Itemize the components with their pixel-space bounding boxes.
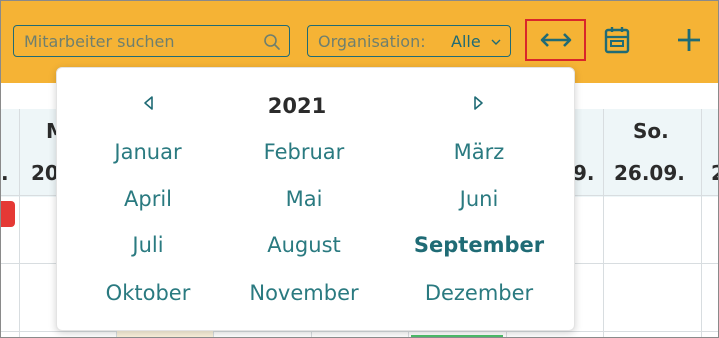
month-april[interactable]: April bbox=[78, 187, 218, 211]
month-juni[interactable]: Juni bbox=[409, 187, 549, 211]
grid-column-line bbox=[19, 109, 20, 337]
grid-row-line bbox=[1, 331, 718, 332]
month-picker-popup: 2021 Januar Februar März April Mai Juni … bbox=[56, 67, 575, 331]
expand-view-button[interactable] bbox=[525, 19, 586, 61]
organisation-label: Organisation: bbox=[318, 32, 426, 51]
month-februar[interactable]: Februar bbox=[234, 140, 374, 164]
date-header-partial-right: 2 bbox=[711, 161, 718, 185]
shift-cell-highlight bbox=[117, 331, 213, 337]
shift-marker-red[interactable] bbox=[1, 201, 15, 227]
grid-column-line bbox=[701, 109, 702, 337]
organisation-select[interactable]: Organisation: Alle bbox=[307, 25, 511, 57]
app-window: Mitarbeiter suchen Organisation: Alle . … bbox=[0, 0, 719, 338]
search-placeholder: Mitarbeiter suchen bbox=[24, 32, 175, 51]
month-mai[interactable]: Mai bbox=[234, 187, 374, 211]
previous-year-icon[interactable] bbox=[140, 94, 158, 112]
month-juli[interactable]: Juli bbox=[78, 233, 218, 257]
month-maerz[interactable]: März bbox=[409, 140, 549, 164]
date-header-sunday: 26.09. bbox=[614, 161, 685, 185]
date-header-partial-mid: 9. bbox=[573, 161, 595, 185]
month-oktober[interactable]: Oktober bbox=[78, 281, 218, 305]
plus-icon bbox=[678, 29, 700, 51]
organisation-value: Alle bbox=[451, 32, 481, 51]
chevron-down-icon bbox=[491, 39, 501, 45]
expand-horizontal-icon bbox=[540, 33, 571, 47]
month-november[interactable]: November bbox=[234, 281, 374, 305]
month-september[interactable]: September bbox=[399, 233, 559, 257]
day-header-sunday: So. bbox=[633, 119, 669, 143]
month-januar[interactable]: Januar bbox=[78, 140, 218, 164]
next-year-icon[interactable] bbox=[469, 94, 487, 112]
date-header-dot: . bbox=[1, 161, 9, 185]
calendar-button[interactable] bbox=[594, 19, 640, 61]
search-icon[interactable] bbox=[263, 33, 281, 51]
date-header-partial: 20 bbox=[31, 161, 59, 185]
calendar-icon bbox=[604, 27, 630, 54]
picker-year: 2021 bbox=[267, 94, 327, 118]
add-button[interactable] bbox=[665, 19, 713, 61]
month-dezember[interactable]: Dezember bbox=[409, 281, 549, 305]
employee-search-input[interactable]: Mitarbeiter suchen bbox=[13, 25, 290, 57]
month-august[interactable]: August bbox=[234, 233, 374, 257]
grid-column-line bbox=[603, 109, 604, 337]
